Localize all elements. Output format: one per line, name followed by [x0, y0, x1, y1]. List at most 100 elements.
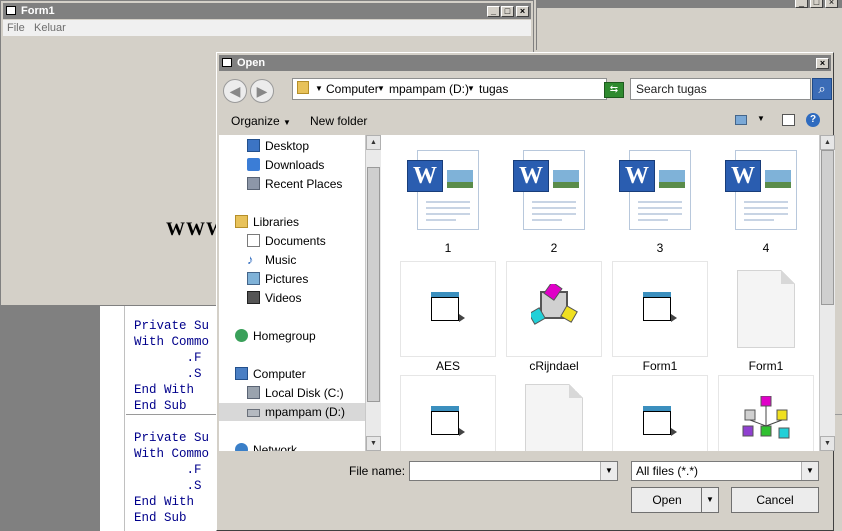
- nav-item-desktop[interactable]: Desktop: [219, 137, 367, 155]
- file-name: 1: [444, 241, 452, 255]
- vb-class-icon: [531, 284, 578, 325]
- forward-button[interactable]: ▶: [250, 79, 274, 103]
- chevron-down-icon[interactable]: ▼: [757, 114, 765, 123]
- minimize-icon[interactable]: _: [795, 0, 808, 8]
- maximize-icon[interactable]: □: [501, 6, 514, 17]
- nav-item-recent-places[interactable]: Recent Places: [219, 175, 367, 193]
- file-type-value: All files (*.*): [636, 464, 699, 478]
- address-bar[interactable]: ▼ Computer ▼ mpampam (D:) ▼ tugas: [292, 78, 607, 100]
- search-icon: ⌕: [818, 81, 826, 96]
- search-input[interactable]: Search tugas: [630, 78, 811, 100]
- code-line: With Commo: [134, 335, 210, 349]
- back-button[interactable]: ◀: [223, 79, 247, 103]
- nav-item-label: Network: [253, 443, 298, 451]
- nav-item-network[interactable]: Network: [219, 441, 367, 451]
- nav-scrollbar[interactable]: ▲ ▼: [365, 135, 381, 451]
- file-item[interactable]: W: [506, 147, 602, 243]
- back-arrow-icon: ◀: [229, 83, 241, 99]
- chevron-down-icon[interactable]: ▼: [701, 488, 718, 512]
- chevron-down-icon[interactable]: ▼: [801, 462, 818, 480]
- open-button[interactable]: Open ▼: [631, 487, 719, 513]
- nav-item-label: Homegroup: [253, 329, 316, 343]
- file-name-input[interactable]: ▼: [409, 461, 618, 481]
- code-line: .S: [134, 479, 202, 493]
- dialog-titlebar[interactable]: Open ×: [219, 55, 831, 71]
- help-icon[interactable]: ?: [806, 113, 820, 127]
- breadcrumb-chevron-icon[interactable]: ▼: [467, 84, 475, 93]
- file-item[interactable]: W: [718, 147, 814, 243]
- scroll-down-icon[interactable]: ▼: [820, 436, 835, 451]
- homegroup-icon: [235, 329, 248, 342]
- pictures-icon: [247, 272, 260, 285]
- documents-icon: [247, 234, 260, 247]
- nav-item-music[interactable]: ♪ Music: [219, 251, 367, 269]
- file-item[interactable]: [612, 375, 708, 451]
- scroll-up-icon[interactable]: ▲: [820, 135, 835, 150]
- file-item[interactable]: [718, 375, 814, 451]
- word-document-icon: W: [725, 150, 801, 232]
- vb-project-icon: [742, 396, 790, 439]
- cancel-button[interactable]: Cancel: [731, 487, 819, 513]
- form1-title: Form1: [21, 5, 55, 17]
- nav-item-homegroup[interactable]: Homegroup: [219, 327, 367, 345]
- nav-item-drive[interactable]: mpampam (D:): [219, 403, 367, 421]
- dialog-icon: [222, 58, 232, 67]
- nav-item-label: mpampam (D:): [265, 405, 346, 419]
- breadcrumb-chevron-icon[interactable]: ▼: [315, 84, 323, 93]
- code-line: End With: [134, 383, 195, 397]
- breadcrumb-folder[interactable]: tugas: [479, 82, 508, 96]
- nav-item-local-disk[interactable]: Local Disk (C:): [219, 384, 367, 402]
- file-item[interactable]: [400, 261, 496, 357]
- minimize-icon[interactable]: _: [487, 6, 500, 17]
- file-item[interactable]: [506, 375, 602, 451]
- nav-item-pictures[interactable]: Pictures: [219, 270, 367, 288]
- nav-scroll-thumb[interactable]: [367, 167, 380, 402]
- nav-item-label: Desktop: [265, 139, 310, 153]
- file-item[interactable]: W: [612, 147, 708, 243]
- nav-item-label: Music: [265, 253, 297, 267]
- breadcrumb-computer[interactable]: Computer: [326, 82, 379, 96]
- nav-item-downloads[interactable]: Downloads: [219, 156, 367, 174]
- search-button[interactable]: ⌕: [812, 78, 832, 100]
- open-button-label: Open: [652, 493, 682, 507]
- nav-item-documents[interactable]: Documents: [219, 232, 367, 250]
- file-item[interactable]: [718, 261, 814, 357]
- nav-item-label: Recent Places: [265, 177, 343, 191]
- word-document-icon: W: [513, 150, 589, 232]
- view-options-icon[interactable]: [735, 115, 747, 125]
- close-icon[interactable]: ×: [516, 6, 529, 17]
- chevron-down-icon[interactable]: ▼: [600, 462, 617, 480]
- local-disk-icon: [247, 386, 260, 399]
- code-line: End Sub: [134, 399, 187, 413]
- new-folder-button[interactable]: New folder: [310, 114, 367, 128]
- breadcrumb-chevron-icon[interactable]: ▼: [377, 84, 385, 93]
- refresh-button[interactable]: ⇆: [604, 82, 624, 98]
- breadcrumb-drive[interactable]: mpampam (D:): [389, 82, 469, 96]
- file-item[interactable]: [400, 375, 496, 451]
- close-icon[interactable]: ×: [816, 58, 829, 69]
- form1-titlebar[interactable]: Form1 _ □ ×: [3, 3, 531, 19]
- code-line: End Sub: [134, 511, 187, 525]
- libraries-icon: [235, 215, 248, 228]
- preview-pane-icon[interactable]: [782, 114, 795, 126]
- organize-button[interactable]: Organize ▼: [231, 114, 291, 128]
- file-type-select[interactable]: All files (*.*) ▼: [631, 461, 819, 481]
- menu-keluar[interactable]: Keluar: [34, 22, 66, 34]
- scroll-down-icon[interactable]: ▼: [366, 436, 381, 451]
- file-item[interactable]: W: [400, 147, 496, 243]
- nav-item-libraries[interactable]: Libraries: [219, 213, 367, 231]
- file-list-scrollbar[interactable]: ▲ ▼: [819, 135, 835, 451]
- scroll-up-icon[interactable]: ▲: [366, 135, 381, 150]
- file-name: 3: [656, 241, 664, 255]
- blank-file-icon: [737, 270, 795, 348]
- file-item[interactable]: [612, 261, 708, 357]
- nav-item-computer[interactable]: Computer: [219, 365, 367, 383]
- close-icon[interactable]: ×: [825, 0, 838, 8]
- menu-file[interactable]: File: [7, 22, 25, 34]
- nav-item-label: Downloads: [265, 158, 325, 172]
- file-item[interactable]: [506, 261, 602, 357]
- nav-item-videos[interactable]: Videos: [219, 289, 367, 307]
- restore-icon[interactable]: □: [810, 0, 823, 8]
- file-list: W 1 W 2 W 3 W 4 AES cRijndael Form1 Form…: [381, 135, 821, 451]
- file-list-scroll-thumb[interactable]: [821, 150, 834, 305]
